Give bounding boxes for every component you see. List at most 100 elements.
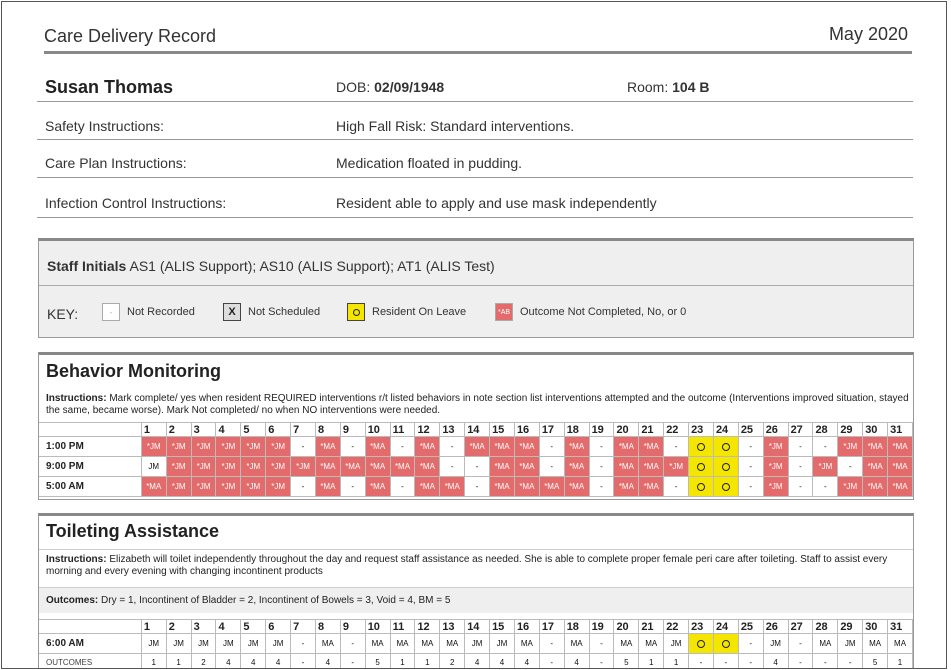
toileting-cell[interactable]: - [812,653,839,668]
behavior-cell[interactable]: *MA [613,456,640,477]
behavior-cell[interactable]: *JM [190,456,217,477]
behavior-cell[interactable]: *MA [439,476,466,497]
behavior-cell[interactable]: *JM [165,436,192,457]
behavior-cell[interactable]: - [737,456,764,477]
toileting-cell[interactable]: 4 [563,653,590,668]
toileting-cell[interactable]: 1 [663,653,690,668]
behavior-cell[interactable]: *MA [414,476,441,497]
behavior-cell[interactable]: *MA [314,456,341,477]
behavior-cell[interactable]: - [663,436,690,457]
on-leave-icon[interactable] [712,456,739,477]
behavior-cell[interactable]: *JM [215,436,242,457]
toileting-cell[interactable]: MA [638,633,665,654]
toileting-cell[interactable]: JM [489,633,515,654]
toileting-cell[interactable]: JM [240,633,267,654]
toileting-cell[interactable]: - [290,653,316,668]
behavior-cell[interactable]: - [737,436,764,457]
behavior-cell[interactable]: *MA [638,476,665,497]
toileting-cell[interactable]: - [787,653,814,668]
toileting-cell[interactable]: MA [563,633,590,654]
toileting-cell[interactable]: MA [613,633,640,654]
toileting-cell[interactable]: 1 [414,653,441,668]
toileting-cell[interactable]: 1 [140,653,167,668]
behavior-cell[interactable]: *MA [464,436,491,457]
toileting-cell[interactable]: - [538,653,565,668]
toileting-cell[interactable]: 4 [489,653,515,668]
behavior-cell[interactable]: *JM [215,456,242,477]
behavior-cell[interactable]: *JM [663,456,690,477]
toileting-cell[interactable]: 5 [613,653,640,668]
toileting-cell[interactable]: JM [464,633,491,654]
behavior-cell[interactable]: *JM [240,456,267,477]
behavior-cell[interactable]: *JM [240,476,267,497]
toileting-cell[interactable]: JM [265,633,292,654]
toileting-cell[interactable]: 4 [314,653,341,668]
behavior-cell[interactable]: *MA [414,436,441,457]
toileting-cell[interactable]: 4 [215,653,242,668]
behavior-cell[interactable]: *JM [265,476,292,497]
toileting-cell[interactable]: 4 [762,653,789,668]
behavior-cell[interactable]: - [290,436,316,457]
toileting-cell[interactable]: 4 [513,653,540,668]
toileting-cell[interactable]: JM [140,633,167,654]
toileting-cell[interactable]: 4 [265,653,292,668]
behavior-cell[interactable]: *MA [364,436,391,457]
behavior-cell[interactable]: - [538,436,565,457]
behavior-cell[interactable]: *JM [165,456,192,477]
behavior-cell[interactable]: - [389,476,416,497]
behavior-cell[interactable]: - [439,436,466,457]
on-leave-icon[interactable] [712,436,739,457]
behavior-cell[interactable]: *MA [887,456,913,477]
behavior-cell[interactable]: *MA [489,436,515,457]
behavior-cell[interactable]: - [439,456,466,477]
on-leave-icon[interactable] [688,633,714,654]
behavior-cell[interactable]: *JM [762,436,789,457]
behavior-cell[interactable]: *JM [265,456,292,477]
on-leave-icon[interactable] [688,456,714,477]
behavior-cell[interactable]: *MA [862,476,889,497]
behavior-cell[interactable]: - [339,436,366,457]
toileting-cell[interactable]: 1 [638,653,665,668]
on-leave-icon[interactable] [712,476,739,497]
behavior-cell[interactable]: *JM [837,436,864,457]
behavior-cell[interactable]: *JM [215,476,242,497]
toileting-cell[interactable]: - [712,653,739,668]
behavior-cell[interactable]: *MA [862,436,889,457]
toileting-cell[interactable]: JM [190,633,217,654]
toileting-cell[interactable]: JM [165,633,192,654]
toileting-cell[interactable]: - [339,653,366,668]
toileting-cell[interactable]: 5 [862,653,889,668]
toileting-cell[interactable]: 5 [364,653,391,668]
behavior-cell[interactable]: - [812,436,839,457]
behavior-cell[interactable]: - [389,436,416,457]
toileting-cell[interactable]: MA [389,633,416,654]
toileting-cell[interactable]: MA [887,633,913,654]
behavior-cell[interactable]: - [588,436,615,457]
toileting-cell[interactable]: - [737,633,764,654]
on-leave-icon[interactable] [688,436,714,457]
toileting-cell[interactable]: MA [513,633,540,654]
toileting-cell[interactable]: - [588,633,615,654]
behavior-cell[interactable]: *MA [563,456,590,477]
behavior-cell[interactable]: *JM [762,456,789,477]
behavior-cell[interactable]: *MA [364,456,391,477]
behavior-cell[interactable]: *JM [190,476,217,497]
toileting-cell[interactable]: 1 [389,653,416,668]
behavior-cell[interactable]: - [538,456,565,477]
behavior-cell[interactable]: *JM [837,476,864,497]
behavior-cell[interactable]: JM [140,456,167,477]
toileting-cell[interactable]: - [837,653,864,668]
behavior-cell[interactable]: - [787,436,814,457]
toileting-cell[interactable]: - [339,633,366,654]
behavior-cell[interactable]: *MA [563,436,590,457]
toileting-cell[interactable]: - [688,653,714,668]
behavior-cell[interactable]: *MA [563,476,590,497]
toileting-cell[interactable]: 2 [190,653,217,668]
behavior-cell[interactable]: *MA [513,456,540,477]
behavior-cell[interactable]: *MA [314,436,341,457]
behavior-cell[interactable]: *MA [887,436,913,457]
behavior-cell[interactable]: - [787,456,814,477]
behavior-cell[interactable]: *MA [887,476,913,497]
toileting-cell[interactable]: MA [414,633,441,654]
behavior-cell[interactable]: - [588,476,615,497]
